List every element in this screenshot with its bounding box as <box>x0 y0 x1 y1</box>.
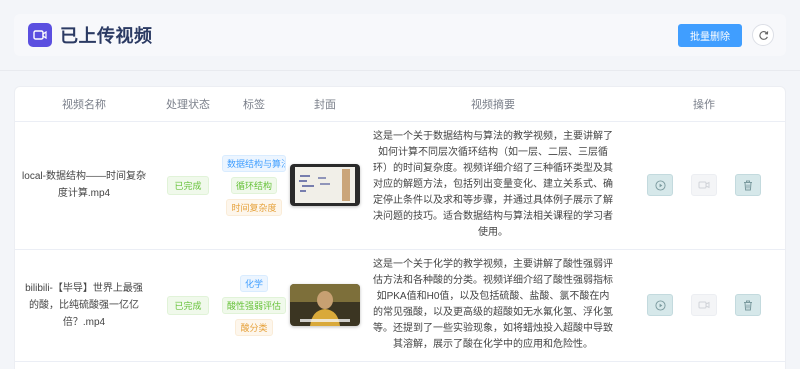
tags-cell: 数据结构与算法 循环结构 时间复杂度 <box>222 121 286 250</box>
tag: 酸性强弱评估 <box>222 296 286 314</box>
status-badge: 已完成 <box>167 175 209 195</box>
tag: 数据结构与算法 <box>222 154 286 172</box>
play-button[interactable] <box>647 174 673 196</box>
summary-cell: 这是一个关于化学的教学视频，主要讲解了酸性强弱评估方法和各种酸的分类。视频详细介… <box>365 249 621 362</box>
play-icon <box>654 299 666 311</box>
video-camera-icon <box>698 181 710 189</box>
cover-cell <box>285 121 365 250</box>
table-row: local-数据结构——时间复杂度计算.mp4 已完成 数据结构与算法 循环结构… <box>15 121 785 250</box>
video-summary: 这是一个关于数据结构与算法的教学视频，主要讲解了如何计算不同层次循环结构（如一层… <box>373 131 613 238</box>
video-camera-icon <box>28 23 52 47</box>
video-name: bilibili-【毕导】世界上最强的酸，比纯硫酸强一亿亿倍？.mp4 <box>25 282 143 328</box>
summary-cell: 这是一个关于数据结构与算法的教学视频，主要讲解了如何计算不同层次循环结构（如一层… <box>365 121 621 250</box>
tag: 循环结构 <box>230 176 277 194</box>
video-table: 视频名称 处理状态 标签 封面 视频摘要 操作 local-数据结构——时间复杂… <box>15 87 785 362</box>
trash-icon <box>744 300 752 310</box>
video-table-panel: 视频名称 处理状态 标签 封面 视频摘要 操作 local-数据结构——时间复杂… <box>14 86 786 369</box>
tag: 时间复杂度 <box>226 198 282 216</box>
delete-button[interactable] <box>735 294 761 316</box>
video-camera-icon <box>698 301 710 309</box>
table-header-row: 视频名称 处理状态 标签 封面 视频摘要 操作 <box>15 87 785 122</box>
column-header-actions: 操作 <box>621 87 785 122</box>
delete-button[interactable] <box>735 174 761 196</box>
cover-thumbnail[interactable] <box>290 284 360 326</box>
cover-thumbnail[interactable] <box>290 164 360 206</box>
play-icon <box>654 179 666 191</box>
video-name-cell: local-数据结构——时间复杂度计算.mp4 <box>15 121 153 250</box>
play-button[interactable] <box>647 294 673 316</box>
actions-cell <box>621 249 785 362</box>
cover-cell <box>285 249 365 362</box>
tag: 酸分类 <box>235 318 273 336</box>
refresh-icon <box>758 30 768 40</box>
refresh-button[interactable] <box>752 24 774 46</box>
video-camera-button[interactable] <box>691 294 717 316</box>
video-summary: 这是一个关于化学的教学视频，主要讲解了酸性强弱评估方法和各种酸的分类。视频详细介… <box>373 259 613 350</box>
tags-cell: 化学 酸性强弱评估 酸分类 <box>222 249 286 362</box>
page-title: 已上传视频 <box>60 26 153 46</box>
column-header-name: 视频名称 <box>15 87 153 122</box>
column-header-tags: 标签 <box>223 87 285 122</box>
header-bar: 已上传视频 批量删除 <box>14 14 786 56</box>
column-header-summary: 视频摘要 <box>365 87 621 122</box>
status-cell: 已完成 <box>153 121 223 250</box>
trash-icon <box>744 180 752 190</box>
divider <box>0 70 800 71</box>
column-header-status: 处理状态 <box>153 87 223 122</box>
column-header-cover: 封面 <box>285 87 365 122</box>
video-name-cell: bilibili-【毕导】世界上最强的酸，比纯硫酸强一亿亿倍？.mp4 <box>15 249 153 362</box>
video-camera-button[interactable] <box>691 174 717 196</box>
actions-cell <box>621 121 785 250</box>
table-row: bilibili-【毕导】世界上最强的酸，比纯硫酸强一亿亿倍？.mp4 已完成 … <box>15 249 785 362</box>
status-badge: 已完成 <box>167 295 209 315</box>
video-name: local-数据结构——时间复杂度计算.mp4 <box>22 171 146 199</box>
tag: 化学 <box>239 274 268 292</box>
batch-delete-button[interactable]: 批量删除 <box>678 23 742 47</box>
status-cell: 已完成 <box>153 249 223 362</box>
